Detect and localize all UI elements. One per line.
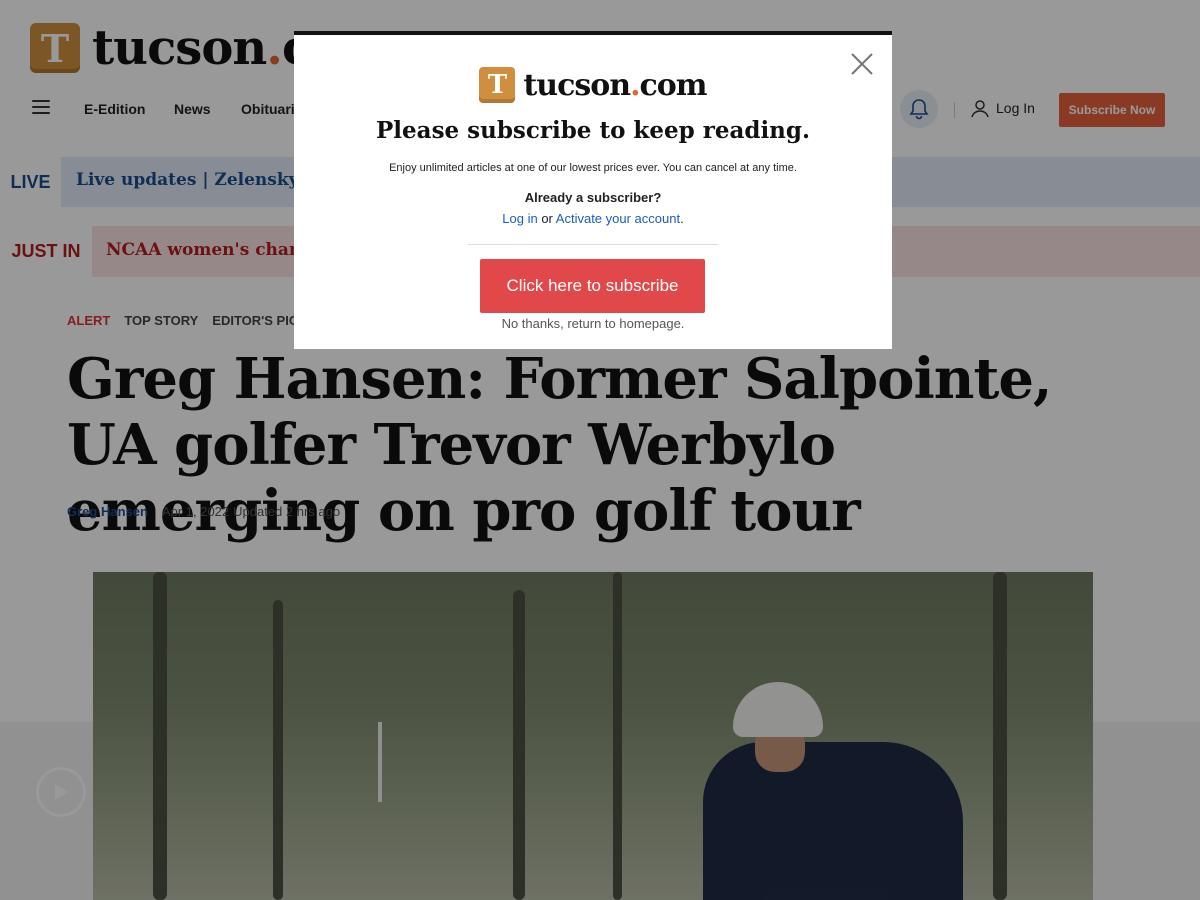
modal-logo-name: tucson <box>523 67 631 103</box>
subscribe-modal: T tucson.com Please subscribe to keep re… <box>294 31 892 349</box>
no-thanks-link[interactable]: No thanks, return to homepage. <box>294 316 892 331</box>
modal-logo-badge: T <box>479 67 516 103</box>
modal-logo-tld: com <box>639 67 708 103</box>
links-period: . <box>680 211 684 226</box>
modal-logo-dot: . <box>630 67 641 103</box>
or-text: or <box>541 211 553 226</box>
modal-account-links: Log in or Activate your account. <box>294 211 892 226</box>
subscribe-cta-button[interactable]: Click here to subscribe <box>480 259 705 313</box>
login-link[interactable]: Log in <box>502 211 537 226</box>
page: T tucson.com E-Edition News Obituaries L… <box>0 0 1200 900</box>
modal-logo-wordmark: tucson.com <box>523 67 708 103</box>
modal-title: Please subscribe to keep reading. <box>376 117 810 144</box>
modal-divider <box>468 244 718 245</box>
activate-account-link[interactable]: Activate your account <box>556 211 680 226</box>
modal-description: Enjoy unlimited articles at one of our l… <box>389 162 797 174</box>
modal-logo: T tucson.com <box>294 67 892 103</box>
already-subscriber-label: Already a subscriber? <box>524 190 662 205</box>
